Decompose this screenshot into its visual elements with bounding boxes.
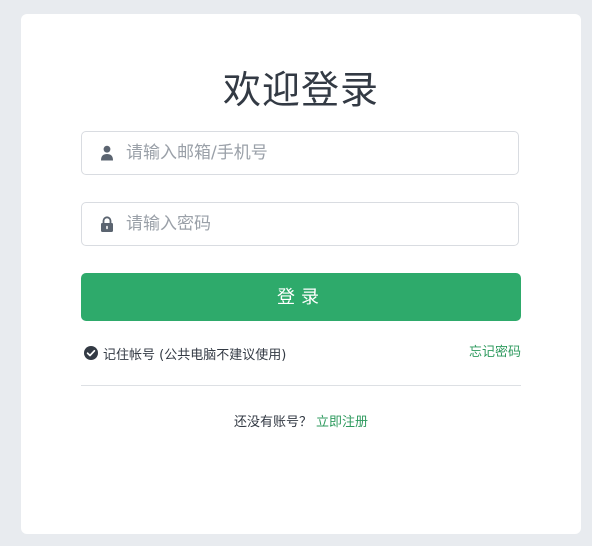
lock-icon (101, 216, 113, 232)
login-button[interactable]: 登录 (81, 273, 521, 321)
register-prompt: 还没有账号？ 立即注册 (21, 414, 581, 432)
login-card: 欢迎登录 登录 记住帐号 (公共电脑不建议使用) 忘记密码 还没有账号？ 立即注册 (21, 14, 581, 534)
no-account-text: 还没有账号？ (233, 415, 312, 430)
forgot-password-link[interactable]: 忘记密码 (469, 344, 521, 362)
username-field[interactable] (81, 131, 519, 175)
user-icon (101, 145, 113, 161)
check-circle-icon[interactable] (84, 346, 98, 360)
remember-account-checkbox[interactable]: 记住帐号 (公共电脑不建议使用) (84, 344, 286, 363)
register-link[interactable]: 立即注册 (316, 415, 368, 430)
remember-account-label[interactable]: 记住帐号 (公共电脑不建议使用) (103, 344, 286, 363)
divider (81, 385, 521, 386)
username-input[interactable] (126, 132, 506, 174)
password-field[interactable] (81, 202, 519, 246)
password-input[interactable] (126, 203, 506, 245)
page-title: 欢迎登录 (222, 68, 379, 112)
